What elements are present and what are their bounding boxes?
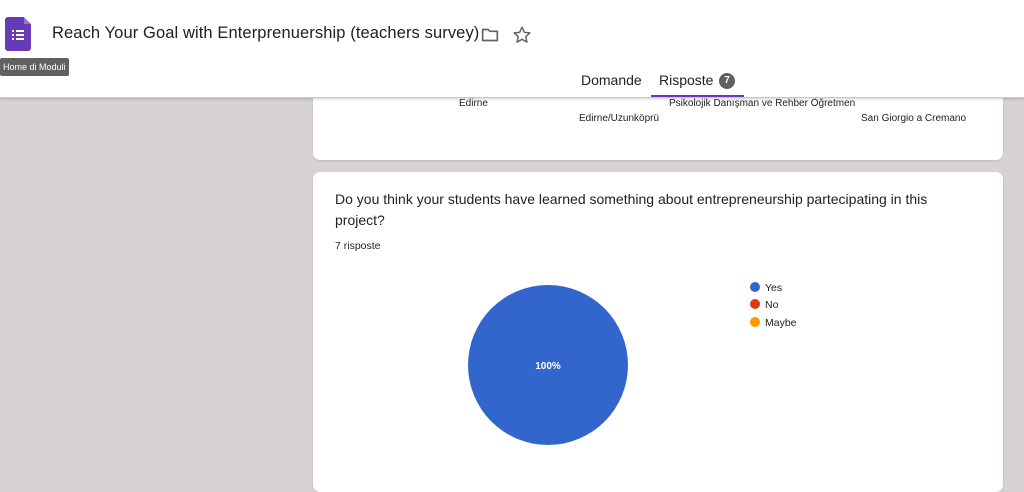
legend-item-no: No [750, 299, 778, 311]
word-cloud-word: San Giorgio a Cremano [861, 113, 967, 124]
legend-item-yes: Yes [750, 282, 782, 294]
app-header: Home di Moduli Reach Your Goal with Ente… [0, 0, 1024, 98]
active-tab-indicator [651, 95, 744, 97]
question-summary-card: Do you think your students have learned … [313, 172, 1003, 492]
word-cloud-word: Psikolojik Danışman ve Rehber Öğretmen [669, 98, 856, 109]
tab-questions[interactable]: Domande [581, 72, 642, 88]
forms-icon[interactable] [5, 17, 31, 51]
legend-color-dot [750, 299, 760, 309]
pie-slice-label: 100% [535, 361, 561, 372]
home-tooltip: Home di Moduli [0, 58, 69, 76]
legend-label: No [765, 299, 779, 311]
folder-icon[interactable] [479, 24, 501, 46]
question-title: Do you think your students have learned … [335, 191, 928, 228]
response-count: 7 risposte [335, 240, 381, 252]
tab-responses[interactable]: Risposte [659, 72, 713, 88]
responses-count-badge: 7 [719, 73, 735, 89]
legend-label: Yes [765, 282, 783, 294]
pie-chart: 100% [468, 285, 628, 445]
legend-color-dot [750, 282, 760, 292]
star-icon[interactable] [511, 24, 533, 46]
word-cloud-word: Edirne/Uzunköprü [579, 113, 660, 124]
form-title[interactable]: Reach Your Goal with Enterprenuership (t… [52, 24, 479, 43]
word-cloud-word: Edirne [459, 98, 488, 109]
legend-label: Maybe [765, 317, 797, 329]
legend-color-dot [750, 317, 760, 327]
legend-item-maybe: Maybe [750, 317, 797, 329]
